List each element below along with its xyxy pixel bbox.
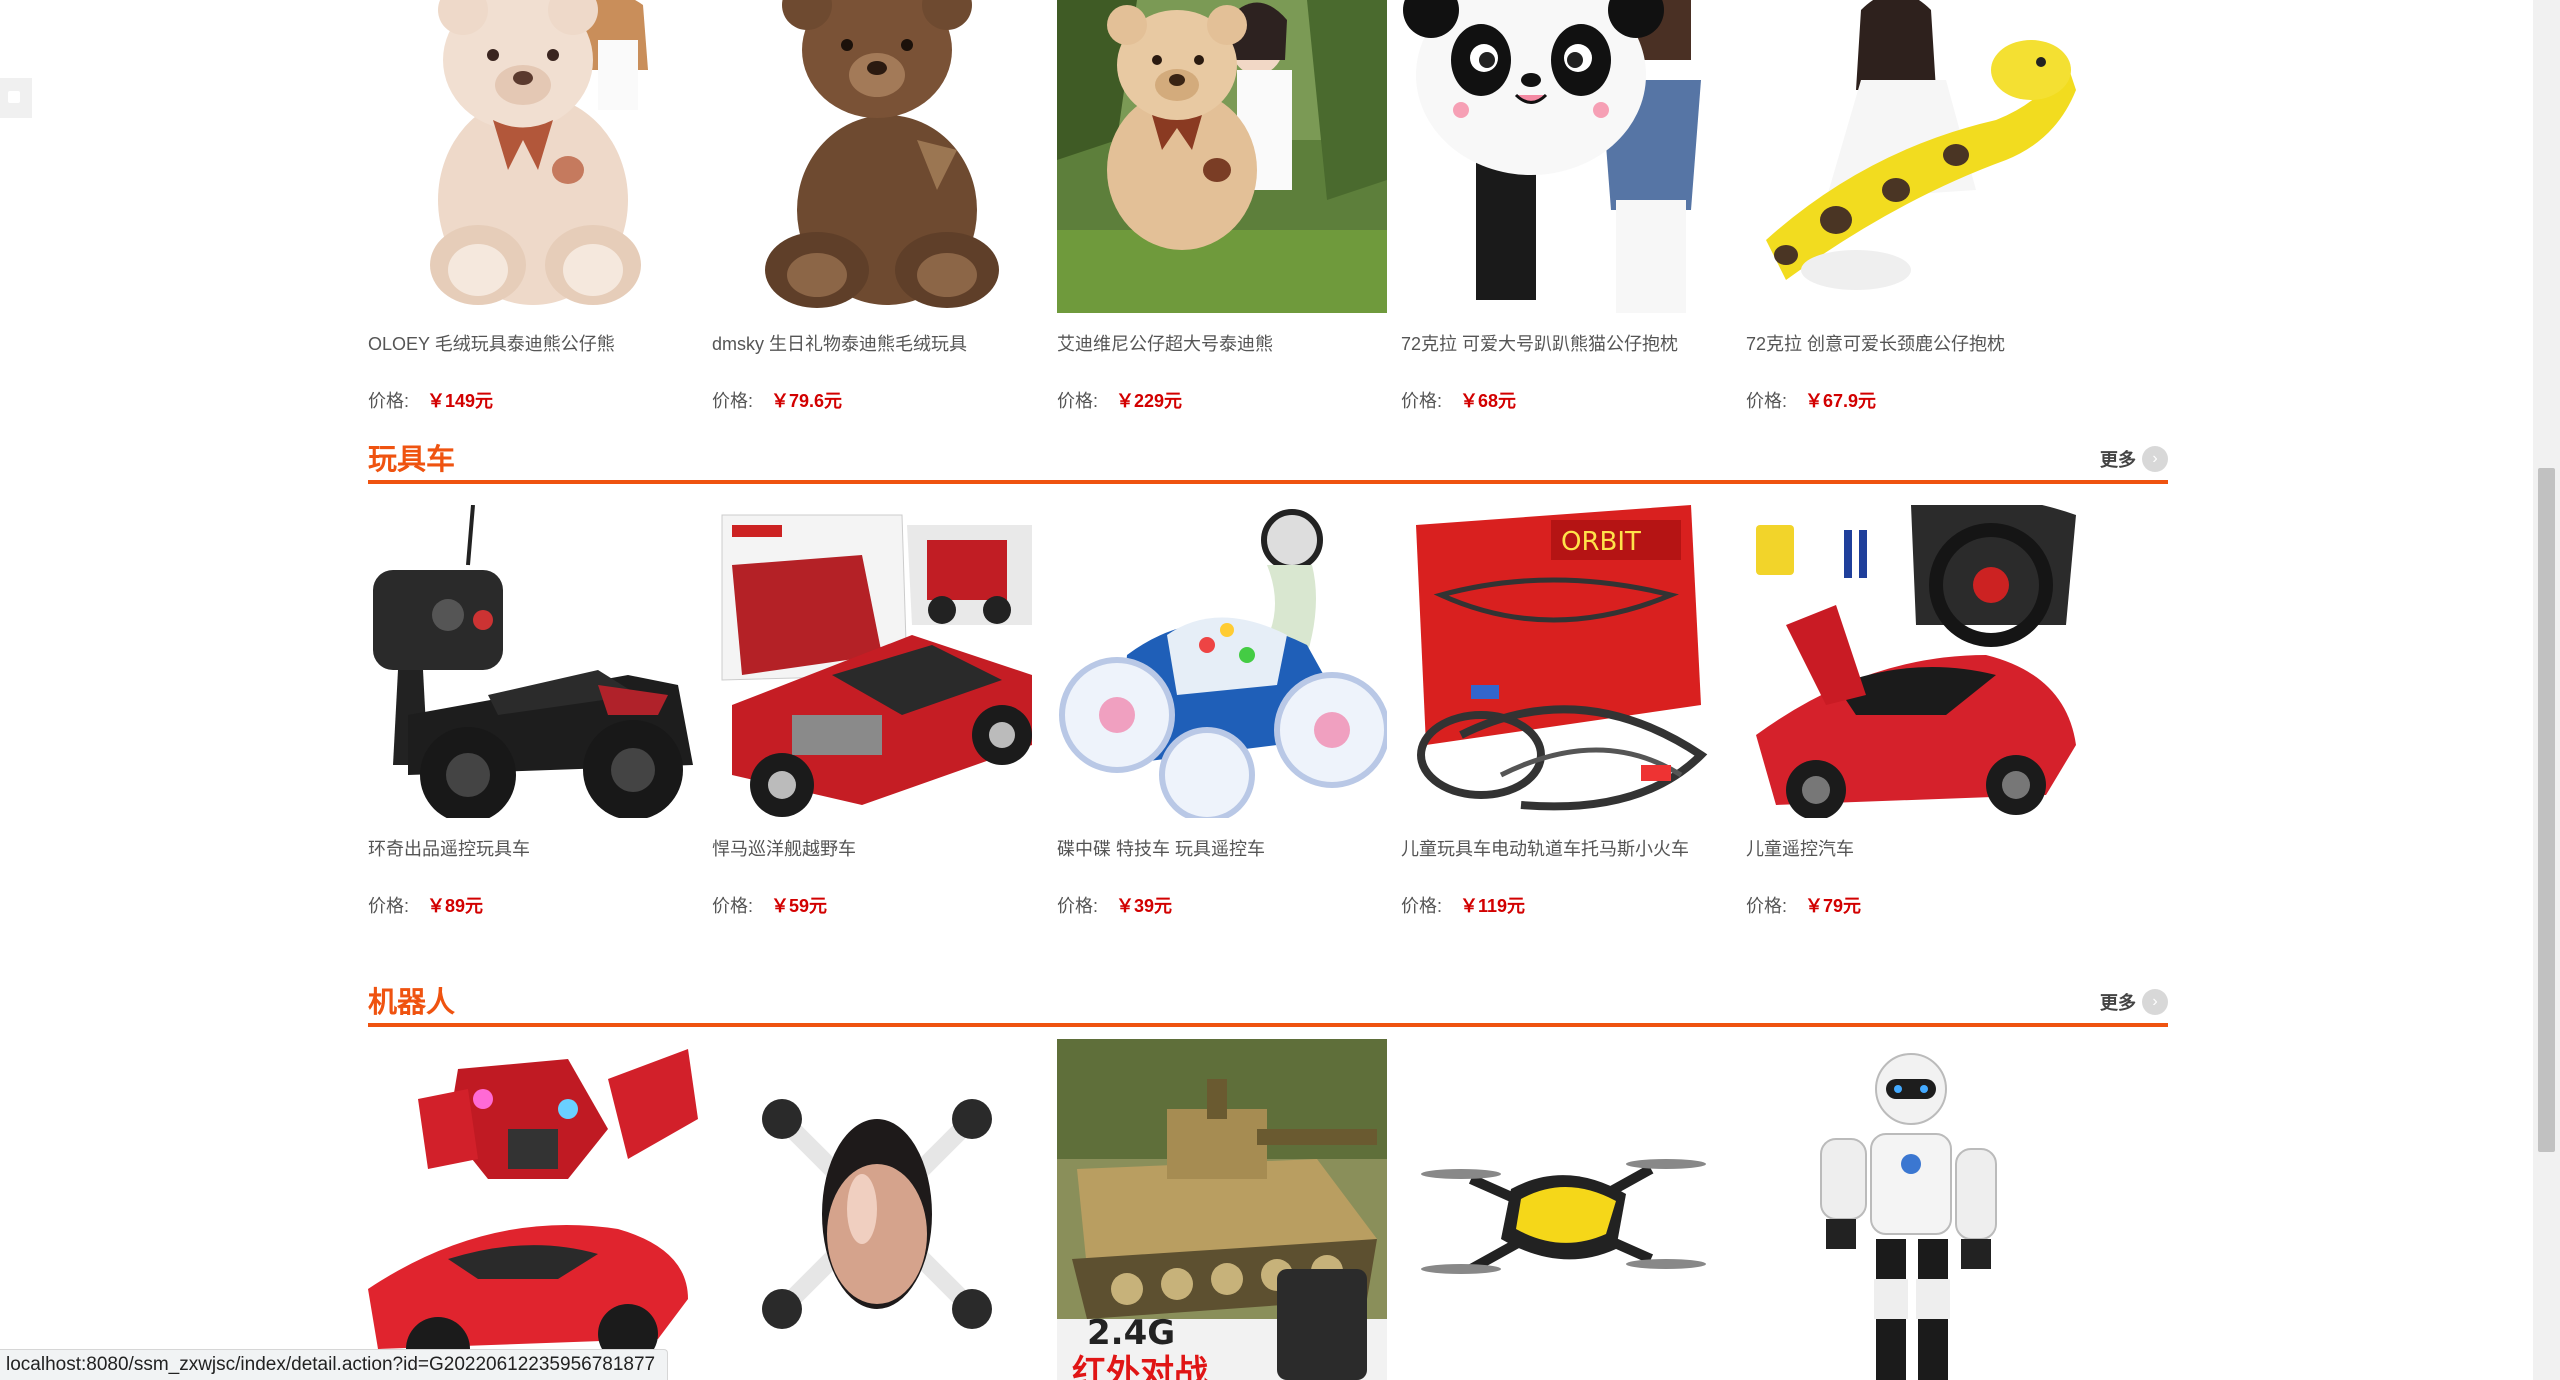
price-value: ￥39元	[1116, 896, 1173, 916]
product-card[interactable]: 儿童遥控汽车 价格: ￥79元	[1746, 505, 2076, 916]
price-label: 价格:	[368, 391, 410, 411]
price-label: 价格:	[1057, 391, 1099, 411]
product-name[interactable]: 环奇出品遥控玩具车	[368, 835, 530, 861]
price-label: 价格:	[368, 896, 410, 916]
product-card[interactable]	[368, 1039, 698, 1380]
chevron-right-icon[interactable]: ›	[2142, 989, 2168, 1015]
product-image-yellow-drone[interactable]	[1401, 1039, 1731, 1380]
product-name[interactable]: 艾迪维尼公仔超大号泰迪熊	[1057, 330, 1273, 356]
product-card[interactable]	[712, 1039, 1042, 1380]
browser-status-url: localhost:8080/ssm_zxwjsc/index/detail.a…	[0, 1349, 669, 1380]
product-image-transforming-robot-car[interactable]	[368, 1039, 698, 1380]
price-line: 价格: ￥89元	[368, 892, 483, 918]
price-value: ￥89元	[427, 896, 484, 916]
tank-caption-model: 2.4G	[1087, 1313, 1175, 1353]
product-name[interactable]: 悍马巡洋舰越野车	[712, 835, 856, 861]
more-button[interactable]: 更多 ›	[2100, 446, 2168, 472]
price-label: 价格:	[712, 391, 754, 411]
price-line: 价格: ￥68元	[1401, 387, 1516, 413]
product-name[interactable]: 72克拉 创意可爱长颈鹿公仔抱枕	[1746, 330, 2005, 356]
product-card[interactable]: 72克拉 创意可爱长颈鹿公仔抱枕 价格: ￥67.9元	[1746, 0, 2076, 411]
product-image-humanoid-robot[interactable]	[1746, 1039, 2076, 1380]
product-image-stunt-car[interactable]	[1057, 505, 1387, 818]
price-value: ￥229元	[1116, 391, 1183, 411]
tank-caption-battle: 红外对战	[1072, 1353, 1208, 1380]
product-name[interactable]: 儿童遥控汽车	[1746, 835, 1854, 861]
product-image-tan-teddy-bear-outdoor[interactable]	[1057, 0, 1387, 313]
more-label[interactable]: 更多	[2100, 989, 2136, 1015]
product-image-giraffe-plush[interactable]	[1746, 0, 2076, 313]
product-image-red-lego-truck[interactable]	[712, 505, 1042, 818]
product-content: OLOEY 毛绒玩具泰迪熊公仔熊 价格: ￥149元 dmsky 生日礼物泰迪熊…	[368, 0, 2168, 1380]
price-label: 价格:	[1746, 391, 1788, 411]
product-image-panda-plush[interactable]	[1401, 0, 1731, 313]
product-card[interactable]: 碟中碟 特技车 玩具遥控车 价格: ￥39元	[1057, 505, 1387, 916]
product-card[interactable]	[1401, 1039, 1731, 1380]
price-value: ￥119元	[1460, 896, 1526, 916]
product-card[interactable]: 72克拉 可爱大号趴趴熊猫公仔抱枕 价格: ￥68元	[1401, 0, 1731, 411]
scrollbar-thumb[interactable]	[2538, 468, 2555, 1152]
price-line: 价格: ￥119元	[1401, 892, 1525, 918]
price-value: ￥149元	[427, 391, 494, 411]
svg-text:ORBIT: ORBIT	[1561, 527, 1641, 557]
product-image-track-set-box[interactable]: ORBIT	[1401, 505, 1731, 818]
price-value: ￥79元	[1805, 896, 1862, 916]
price-label: 价格:	[712, 896, 754, 916]
product-card[interactable]	[1746, 1039, 2076, 1380]
price-value: ￥59元	[771, 896, 828, 916]
product-card[interactable]: 2.4G 红外对战	[1057, 1039, 1387, 1380]
more-label[interactable]: 更多	[2100, 446, 2136, 472]
section-title: 玩具车	[368, 444, 456, 476]
price-value: ￥68元	[1460, 391, 1517, 411]
product-name[interactable]: OLOEY 毛绒玩具泰迪熊公仔熊	[368, 330, 615, 356]
price-line: 价格: ￥229元	[1057, 387, 1182, 413]
product-card[interactable]: OLOEY 毛绒玩具泰迪熊公仔熊 价格: ￥149元	[368, 0, 698, 411]
price-label: 价格:	[1401, 896, 1443, 916]
price-line: 价格: ￥149元	[368, 387, 493, 413]
product-image-beige-teddy-bear[interactable]	[368, 0, 698, 313]
product-image-rc-tank[interactable]: 2.4G 红外对战	[1057, 1039, 1387, 1380]
price-line: 价格: ￥67.9元	[1746, 387, 1876, 413]
page: OLOEY 毛绒玩具泰迪熊公仔熊 价格: ￥149元 dmsky 生日礼物泰迪熊…	[0, 0, 2533, 1380]
product-image-red-sports-car[interactable]	[1746, 505, 2076, 818]
chevron-right-icon[interactable]: ›	[2142, 446, 2168, 472]
product-card[interactable]: 环奇出品遥控玩具车 价格: ￥89元	[368, 505, 698, 916]
price-line: 价格: ￥79.6元	[712, 387, 842, 413]
product-card[interactable]: ORBIT 儿童玩具车电动轨道车托马斯小火车 价格: ￥119元	[1401, 505, 1731, 916]
price-line: 价格: ￥79元	[1746, 892, 1861, 918]
product-card[interactable]: 艾迪维尼公仔超大号泰迪熊 价格: ￥229元	[1057, 0, 1387, 411]
product-name[interactable]: 72克拉 可爱大号趴趴熊猫公仔抱枕	[1401, 330, 1678, 356]
product-card[interactable]: 悍马巡洋舰越野车 价格: ￥59元	[712, 505, 1042, 916]
price-line: 价格: ￥39元	[1057, 892, 1172, 918]
product-name[interactable]: 儿童玩具车电动轨道车托马斯小火车	[1401, 835, 1689, 861]
price-label: 价格:	[1401, 391, 1443, 411]
price-value: ￥67.9元	[1805, 391, 1877, 411]
product-name[interactable]: 碟中碟 特技车 玩具遥控车	[1057, 835, 1265, 861]
side-float-tab[interactable]	[0, 78, 32, 118]
section-header-toy-cars: 玩具车 更多 ›	[368, 430, 2168, 484]
more-button[interactable]: 更多 ›	[2100, 989, 2168, 1015]
price-label: 价格:	[1057, 896, 1099, 916]
section-header-robots: 机器人 更多 ›	[368, 973, 2168, 1027]
price-line: 价格: ￥59元	[712, 892, 827, 918]
price-value: ￥79.6元	[771, 391, 843, 411]
product-image-egg-drone[interactable]	[712, 1039, 1042, 1380]
price-label: 价格:	[1746, 896, 1788, 916]
product-image-brown-teddy-bear[interactable]	[712, 0, 1042, 313]
section-title: 机器人	[368, 987, 456, 1019]
product-card[interactable]: dmsky 生日礼物泰迪熊毛绒玩具 价格: ￥79.6元	[712, 0, 1042, 411]
product-name[interactable]: dmsky 生日礼物泰迪熊毛绒玩具	[712, 330, 967, 356]
product-image-rc-monster-truck[interactable]	[368, 505, 698, 818]
vertical-scrollbar[interactable]	[2533, 0, 2560, 1380]
